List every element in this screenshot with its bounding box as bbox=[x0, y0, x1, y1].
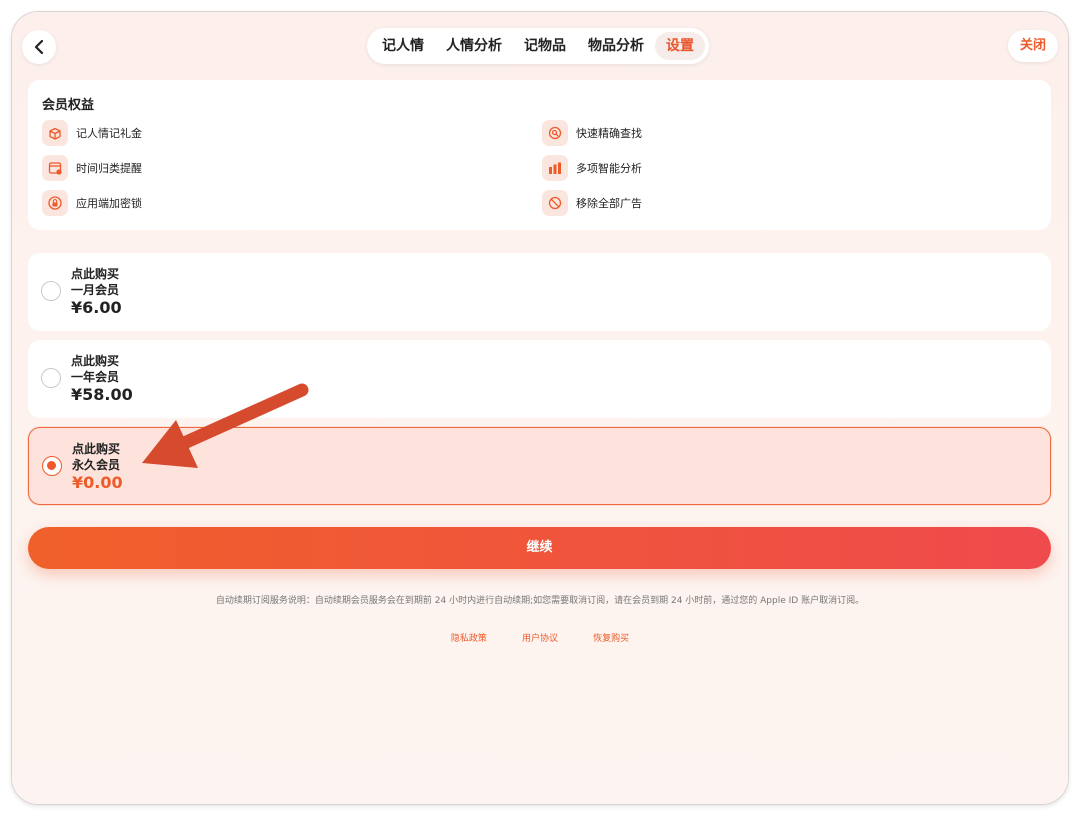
subscription-notice: 自动续期订阅服务说明：自动续期会员服务会在到期前 24 小时内进行自动续期;如您… bbox=[215, 596, 865, 606]
benefit-item: 时间归类提醒 bbox=[42, 155, 142, 181]
plan-yearly[interactable]: 点此购买 一年会员 ¥58.00 bbox=[28, 340, 1051, 418]
no-ads-icon bbox=[542, 190, 568, 216]
benefit-item: 多项智能分析 bbox=[542, 155, 642, 181]
tab-item-analysis[interactable]: 物品分析 bbox=[577, 32, 655, 60]
benefit-label: 时间归类提醒 bbox=[76, 162, 142, 175]
benefit-label: 记人情记礼金 bbox=[76, 127, 142, 140]
plan-action-label: 点此购买 bbox=[72, 442, 121, 456]
plan-radio-selected[interactable] bbox=[42, 456, 62, 476]
plan-action-label: 点此购买 bbox=[71, 267, 120, 281]
benefit-label: 应用端加密锁 bbox=[76, 197, 142, 210]
tab-settings[interactable]: 设置 bbox=[655, 32, 705, 60]
benefit-label: 快速精确查找 bbox=[576, 127, 642, 140]
calendar-icon bbox=[42, 155, 68, 181]
gift-box-icon bbox=[42, 120, 68, 146]
benefit-item: 记人情记礼金 bbox=[42, 120, 142, 146]
benefit-item: 移除全部广告 bbox=[542, 190, 642, 216]
plan-lifetime[interactable]: 点此购买 永久会员 ¥0.00 bbox=[28, 427, 1051, 505]
tab-gift-analysis[interactable]: 人情分析 bbox=[435, 32, 513, 60]
benefit-label: 多项智能分析 bbox=[576, 162, 642, 175]
benefit-item: 应用端加密锁 bbox=[42, 190, 142, 216]
restore-purchase-link[interactable]: 恢复购买 bbox=[593, 634, 629, 644]
lock-icon bbox=[42, 190, 68, 216]
tab-record-items[interactable]: 记物品 bbox=[513, 32, 577, 60]
plan-name: 永久会员 bbox=[72, 458, 121, 472]
plan-price: ¥0.00 bbox=[72, 473, 123, 492]
back-button[interactable] bbox=[22, 30, 56, 64]
plan-price: ¥58.00 bbox=[71, 385, 133, 404]
benefits-title: 会员权益 bbox=[42, 98, 95, 113]
plan-radio[interactable] bbox=[41, 368, 61, 388]
search-icon bbox=[542, 120, 568, 146]
plan-radio[interactable] bbox=[41, 281, 61, 301]
plan-price: ¥6.00 bbox=[71, 298, 122, 317]
app-window: 记人情 人情分析 记物品 物品分析 设置 关闭 会员权益 记人情记礼金 快速精确… bbox=[12, 12, 1068, 804]
plan-name: 一月会员 bbox=[71, 283, 120, 297]
plan-monthly[interactable]: 点此购买 一月会员 ¥6.00 bbox=[28, 253, 1051, 331]
continue-button[interactable]: 继续 bbox=[28, 527, 1051, 569]
benefit-item: 快速精确查找 bbox=[542, 120, 642, 146]
chevron-left-icon bbox=[34, 39, 44, 55]
tab-record-gifts[interactable]: 记人情 bbox=[371, 32, 435, 60]
close-button[interactable]: 关闭 bbox=[1007, 30, 1058, 62]
user-agreement-link[interactable]: 用户协议 bbox=[522, 634, 558, 644]
footer-links: 隐私政策 用户协议 恢复购买 bbox=[12, 626, 1068, 645]
member-benefits-card: 会员权益 记人情记礼金 快速精确查找 时间归类提醒 多项智能分析 应用端加密锁 … bbox=[28, 80, 1051, 230]
privacy-policy-link[interactable]: 隐私政策 bbox=[451, 634, 487, 644]
plan-action-label: 点此购买 bbox=[71, 354, 120, 368]
plan-name: 一年会员 bbox=[71, 370, 120, 384]
benefit-label: 移除全部广告 bbox=[576, 197, 642, 210]
tab-bar: 记人情 人情分析 记物品 物品分析 设置 bbox=[367, 28, 709, 64]
bar-chart-icon bbox=[542, 155, 568, 181]
